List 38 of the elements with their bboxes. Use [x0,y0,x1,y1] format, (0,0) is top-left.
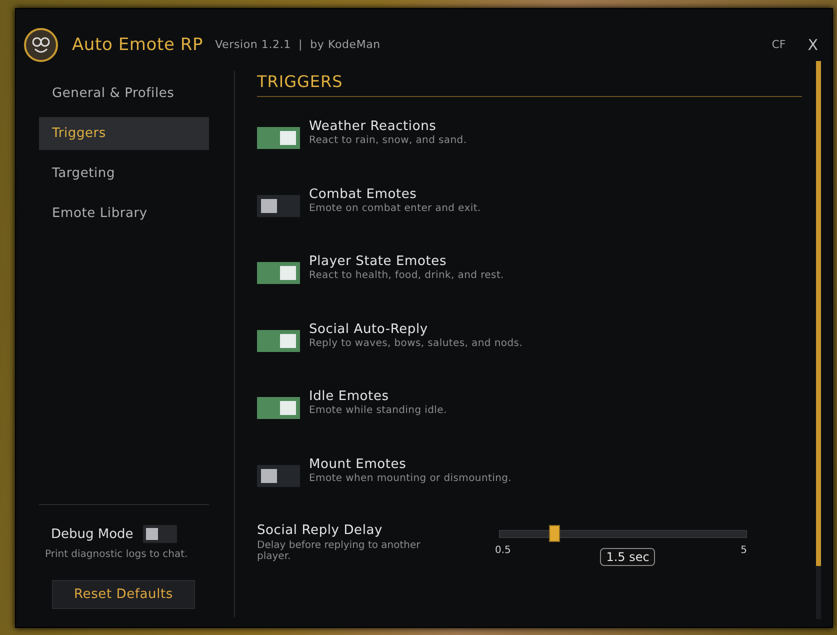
trigger-description: Emote when mounting or dismounting. [309,472,512,484]
scrollbar[interactable] [816,61,821,619]
window-title: Auto Emote RP [72,34,204,54]
slider-title: Social Reply Delay [257,522,384,538]
section-heading: TRIGGERS [257,72,802,97]
trigger-title: Weather Reactions [309,119,438,134]
toggle-switch[interactable] [257,127,300,149]
slider-max-label: 5 [740,544,747,556]
trigger-description: React to rain, snow, and sand. [309,135,467,146]
trigger-description: Emote on combat enter and exit. [309,202,481,214]
toggle-switch[interactable] [257,262,300,284]
sidebar-item[interactable]: Emote Library [39,197,209,230]
sidebar-item[interactable]: General & Profiles [39,77,209,110]
trigger-description: Reply to waves, bows, salutes, and nods. [309,338,523,349]
toggle-switch[interactable] [257,397,300,420]
close-button[interactable]: X [808,36,818,54]
trigger-title: Social Auto-Reply [309,322,429,337]
sidebar-item[interactable]: Targeting [39,157,209,190]
toggle-switch[interactable] [257,330,300,352]
toggle-switch[interactable] [143,525,178,543]
debug-mode-label: Debug Mode [51,526,134,542]
trigger-title: Mount Emotes [309,456,408,472]
trigger-description: Emote while standing idle. [309,405,447,416]
debug-description: Print diagnostic logs to chat. [45,549,189,560]
reset-defaults-button[interactable]: Reset Defaults [52,580,195,609]
trigger-title: Idle Emotes [309,389,390,404]
slider-min-label: 0.5 [495,544,511,556]
trigger-description: React to health, food, drink, and rest. [309,270,504,282]
slider-value: 1.5 sec [600,548,656,566]
toggle-switch[interactable] [257,194,300,217]
trigger-title: Combat Emotes [309,186,418,202]
toggle-switch[interactable] [257,464,300,487]
trigger-title: Player State Emotes [309,254,448,270]
sidebar-item[interactable]: Triggers [39,117,209,150]
cf-button[interactable]: CF [772,38,786,51]
version-label: Version 1.2.1 | by KodeMan [215,38,380,51]
slider-description: Delay before replying to another player. [257,540,422,562]
slider-thumb[interactable] [549,524,560,542]
